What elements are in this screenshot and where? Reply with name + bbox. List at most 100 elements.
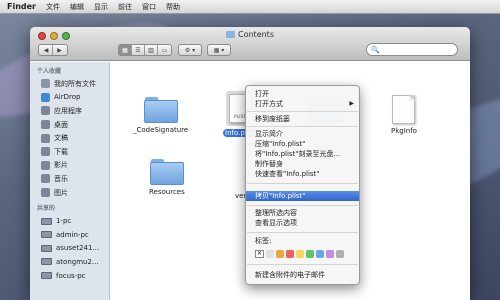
menu-window[interactable]: 窗口 xyxy=(142,2,156,12)
movies-icon xyxy=(41,160,50,170)
sidebar-item[interactable]: 下载 xyxy=(30,145,109,159)
file-label: PkgInfo xyxy=(391,127,417,135)
menu-file[interactable]: 文件 xyxy=(46,2,60,12)
menu-item-move-to-trash[interactable]: 移到废纸篓 xyxy=(246,114,359,124)
menu-item-clean-up-selection[interactable]: 整理所选内容 xyxy=(246,208,359,218)
file-item[interactable]: PkgInfo xyxy=(389,95,419,135)
tag-color-swatch[interactable] xyxy=(276,250,284,258)
submenu-arrow-icon: ▶ xyxy=(349,100,354,107)
tag-color-swatch[interactable] xyxy=(336,250,344,258)
tag-color-swatch[interactable] xyxy=(306,250,314,258)
menu-item-new-email-with-attachment[interactable]: 新建含附件的电子邮件 xyxy=(246,270,359,280)
menu-go[interactable]: 前往 xyxy=(118,2,132,12)
sidebar-item-label: 影片 xyxy=(54,161,68,170)
sidebar-item[interactable]: focus-pc xyxy=(30,269,109,283)
pc-icon xyxy=(41,231,52,239)
menu-separator xyxy=(247,232,358,233)
sidebar-item-label: 我的所有文件 xyxy=(54,79,96,88)
menu-separator xyxy=(247,183,358,184)
menu-bar: Finder 文件 编辑 显示 前往 窗口 帮助 xyxy=(0,0,500,14)
file-item[interactable]: Resources xyxy=(147,159,187,196)
sidebar-item[interactable]: 图片 xyxy=(30,186,109,200)
sidebar-item-label: 图片 xyxy=(54,188,68,197)
remove-tag-button[interactable]: ✕ xyxy=(255,250,264,258)
pc-icon xyxy=(41,258,52,266)
sidebar-item-label: atongmu2... xyxy=(56,257,99,266)
menu-help[interactable]: 帮助 xyxy=(166,2,180,12)
tag-color-swatch[interactable] xyxy=(296,250,304,258)
sidebar-item[interactable]: atongmu2... xyxy=(30,255,109,269)
tag-colors: ✕ xyxy=(255,250,344,258)
menu-edit[interactable]: 编辑 xyxy=(70,2,84,12)
pc-icon xyxy=(41,272,52,280)
list-view-button[interactable]: ☰ xyxy=(132,45,145,55)
sidebar-item-label: focus-pc xyxy=(56,271,86,280)
sidebar-item[interactable]: 1-pc xyxy=(30,214,109,228)
tag-color-swatch[interactable] xyxy=(286,250,294,258)
menu-separator xyxy=(247,126,358,127)
menu-item-make-alias[interactable]: 制作替身 xyxy=(246,159,359,169)
sidebar-item[interactable]: 影片 xyxy=(30,159,109,173)
sidebar-item[interactable]: asuset241... xyxy=(30,242,109,256)
menu-item-open[interactable]: 打开 xyxy=(246,89,359,99)
menu-item-quick-look[interactable]: 快速查看"Info.plist" xyxy=(246,169,359,179)
back-button[interactable]: ◀ xyxy=(40,45,53,55)
folder-icon xyxy=(149,159,184,185)
action-button[interactable]: ⚙ ▾ xyxy=(178,44,202,56)
pc-icon xyxy=(41,217,52,225)
desktop-icon xyxy=(41,120,50,130)
favorites-list: 我的所有文件 AirDrop 应用程序桌面文稿下载影片音乐图片 xyxy=(30,77,109,199)
arrange-button[interactable]: ▦ ▾ xyxy=(207,44,231,56)
sidebar-item[interactable]: admin-pc xyxy=(30,228,109,242)
tag-color-swatch[interactable] xyxy=(326,250,334,258)
view-mode-control: ▦ ☰ ▥ ▭ xyxy=(118,44,172,56)
applications-icon xyxy=(41,106,50,116)
sidebar-item-label: admin-pc xyxy=(56,230,89,239)
menu-item-get-info[interactable]: 显示简介 xyxy=(246,129,359,139)
menu-item-tags-label: 标签: xyxy=(255,237,272,245)
menu-app-finder[interactable]: Finder xyxy=(7,2,36,11)
file-label: Resources xyxy=(149,188,185,196)
menu-item-copy[interactable]: 拷贝"Info.plist" xyxy=(246,191,359,201)
sidebar-item[interactable]: 桌面 xyxy=(30,118,109,132)
tag-color-list xyxy=(266,250,344,258)
menu-item-compress[interactable]: 压缩"Info.plist" xyxy=(246,139,359,149)
file-item[interactable]: _CodeSignature xyxy=(131,97,190,134)
document-icon xyxy=(392,95,416,124)
menu-item-show-view-options[interactable]: 查看显示选项 xyxy=(246,218,359,228)
forward-button[interactable]: ▶ xyxy=(53,45,66,55)
coverflow-view-button[interactable]: ▭ xyxy=(158,45,171,55)
menu-item-burn-to-disc[interactable]: 将"Info.plist"刻录至光盘... xyxy=(246,149,359,159)
window-title-text: Contents xyxy=(238,30,274,39)
sidebar-item[interactable]: 我的所有文件 xyxy=(30,77,109,91)
sidebar-item[interactable]: 文稿 xyxy=(30,131,109,145)
music-icon xyxy=(41,174,50,184)
sidebar-item-label: AirDrop xyxy=(54,93,81,102)
sidebar-item[interactable]: 音乐 xyxy=(30,172,109,186)
sidebar-item-label: 文稿 xyxy=(54,134,68,143)
context-menu: 打开 打开方式 ▶ 移到废纸篓 显示简介 压缩"Info.plist" 将"Inf… xyxy=(245,85,360,285)
column-view-button[interactable]: ▥ xyxy=(145,45,158,55)
sidebar-item-label: 音乐 xyxy=(54,174,68,183)
icon-view-button[interactable]: ▦ xyxy=(119,45,132,55)
downloads-icon xyxy=(41,147,50,157)
sidebar-item-label: 桌面 xyxy=(54,120,68,129)
title-bar: Contents ◀ ▶ ▦ ☰ ▥ ▭ ⚙ ▾ ▦ ▾ 🔍 xyxy=(30,27,470,61)
tag-color-swatch[interactable] xyxy=(316,250,324,258)
file-label: _CodeSignature xyxy=(133,126,189,134)
all-files-icon xyxy=(41,79,50,89)
sidebar-item-label: asuset241... xyxy=(56,244,100,253)
menu-view[interactable]: 显示 xyxy=(94,2,108,12)
sidebar-item[interactable]: 应用程序 xyxy=(30,104,109,118)
pc-icon xyxy=(41,244,52,252)
nav-buttons: ◀ ▶ xyxy=(38,44,68,56)
window-title: Contents xyxy=(30,30,470,39)
tag-color-swatch[interactable] xyxy=(266,250,274,258)
folder-icon xyxy=(226,31,235,38)
menu-item-open-with[interactable]: 打开方式 ▶ xyxy=(246,99,359,109)
sidebar-item[interactable]: AirDrop xyxy=(30,91,109,105)
menu-separator xyxy=(247,111,358,112)
menu-separator xyxy=(247,264,358,265)
search-field[interactable]: 🔍 xyxy=(366,43,458,56)
menu-separator xyxy=(247,205,358,206)
